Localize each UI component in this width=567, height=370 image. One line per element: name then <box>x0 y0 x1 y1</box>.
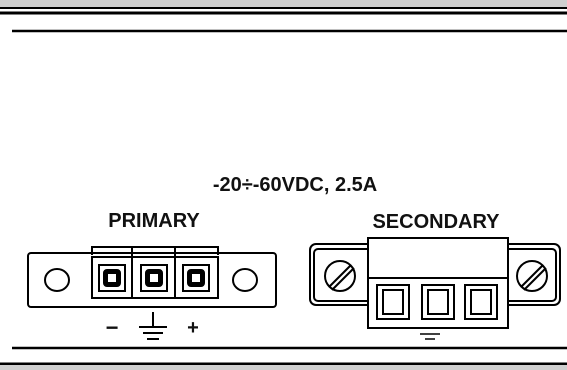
ground-icon <box>139 312 167 340</box>
top-panel-edge <box>0 0 567 33</box>
plus-polarity-label: + <box>187 317 199 339</box>
primary-terminal-2 <box>140 264 168 292</box>
power-input-panel-drawing: -20÷-60VDC, 2.5A PRIMARY SECONDARY − + <box>0 0 567 370</box>
secondary-connector <box>309 237 561 340</box>
primary-connector <box>27 246 277 308</box>
secondary-screw-left <box>324 260 356 292</box>
bottom-panel-edge <box>0 346 567 370</box>
primary-terminal-3 <box>182 264 210 292</box>
secondary-plug-body <box>367 237 509 279</box>
primary-mount-hole-right <box>232 268 258 292</box>
voltage-rating-label: -20÷-60VDC, 2.5A <box>213 174 377 196</box>
secondary-label: SECONDARY <box>372 211 500 233</box>
primary-label: PRIMARY <box>108 210 200 232</box>
primary-terminal-1 <box>98 264 126 292</box>
minus-polarity-label: − <box>106 315 119 340</box>
secondary-screw-right <box>516 260 548 292</box>
primary-mount-hole-left <box>44 268 70 292</box>
